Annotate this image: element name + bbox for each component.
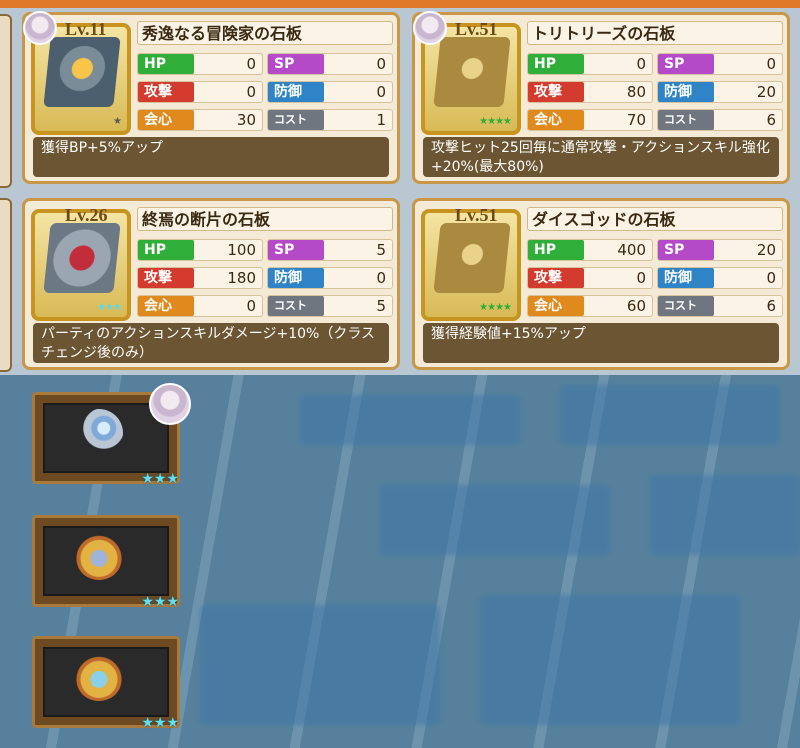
stat-cost: コスト 5 xyxy=(267,295,393,317)
level-label: Lv.51 xyxy=(455,19,498,39)
stat-cost: コスト 6 xyxy=(657,109,783,131)
stat-hp: HP 100 xyxy=(137,239,263,261)
tablet-name: 終焉の断片の石板 xyxy=(137,207,393,231)
stat-defense: 防御 0 xyxy=(657,267,783,289)
stat-sp: SP 0 xyxy=(657,53,783,75)
stat-hp: HP 0 xyxy=(137,53,263,75)
tablet-art-icon xyxy=(43,223,121,293)
rarity-stars: ★★★ xyxy=(141,715,179,731)
character-avatar xyxy=(413,11,447,45)
tablet-art-icon xyxy=(43,37,121,107)
stat-attack: 攻撃 180 xyxy=(137,267,263,289)
accessory-slot-medal[interactable]: ★★★ xyxy=(32,515,180,610)
tablet-effect-description: 攻撃ヒット25回毎に通常攻撃・アクションスキル強化+20%(最大80%) xyxy=(423,137,779,177)
stat-defense: 防御 0 xyxy=(267,81,393,103)
left-card-edge xyxy=(0,14,12,188)
rarity-stars: ★★★★ xyxy=(479,116,512,127)
stat-attack: 攻撃 80 xyxy=(527,81,653,103)
tablet-card[interactable]: ★ Lv.11 秀逸なる冒険家の石板 HP 0 SP 0 攻撃 0 防御 0 会心 30 … xyxy=(22,11,400,184)
top-border xyxy=(0,0,800,8)
tablet-effect-description: パーティのアクションスキルダメージ+10%（クラスチェンジ後のみ） xyxy=(33,323,389,363)
stat-crit: 会心 60 xyxy=(527,295,653,317)
stat-attack: 攻撃 0 xyxy=(527,267,653,289)
rarity-stars: ★★★ xyxy=(141,471,179,487)
stat-hp: HP 400 xyxy=(527,239,653,261)
tablet-name: トリトリーズの石板 xyxy=(527,21,783,45)
medal-icon xyxy=(75,653,123,701)
tablet-card[interactable]: ★★★★ Lv.51 トリトリーズの石板 HP 0 SP 0 攻撃 80 防御 20 会… xyxy=(412,11,790,184)
stat-sp: SP 20 xyxy=(657,239,783,261)
accessory-slot-medal[interactable]: ★★★ xyxy=(32,636,180,731)
tablet-effect-description: 獲得経験値+15%アップ xyxy=(423,323,779,363)
tablet-name: 秀逸なる冒険家の石板 xyxy=(137,21,393,45)
tablet-art-icon xyxy=(433,223,511,293)
stat-crit: 会心 70 xyxy=(527,109,653,131)
left-card-edge xyxy=(0,198,12,372)
stat-sp: SP 5 xyxy=(267,239,393,261)
level-label: Lv.26 xyxy=(65,205,108,225)
stat-defense: 防御 20 xyxy=(657,81,783,103)
rarity-stars: ★★★★ xyxy=(479,302,512,313)
stat-sp: SP 0 xyxy=(267,53,393,75)
tablet-card[interactable]: ★★★★ Lv.51 ダイスゴッドの石板 HP 400 SP 20 攻撃 0 防御 0 … xyxy=(412,198,790,370)
medal-icon xyxy=(75,532,123,580)
accessory-slot-ring[interactable]: ★★★ xyxy=(32,383,191,487)
tablet-effect-description: 獲得BP+5%アップ xyxy=(33,137,389,177)
stat-crit: 会心 0 xyxy=(137,295,263,317)
character-avatar xyxy=(23,11,57,45)
stat-cost: コスト 1 xyxy=(267,109,393,131)
stat-hp: HP 0 xyxy=(527,53,653,75)
rarity-stars: ★★★ xyxy=(97,302,122,313)
stat-crit: 会心 30 xyxy=(137,109,263,131)
tablet-name: ダイスゴッドの石板 xyxy=(527,207,783,231)
level-label: Lv.11 xyxy=(65,19,107,39)
tablet-art-icon xyxy=(433,37,511,107)
stat-cost: コスト 6 xyxy=(657,295,783,317)
level-label: Lv.51 xyxy=(455,205,498,225)
rarity-stars: ★★★ xyxy=(141,594,179,610)
ring-icon xyxy=(75,409,123,457)
rarity-stars: ★ xyxy=(113,116,122,127)
tablet-card[interactable]: ★★★ Lv.26 終焉の断片の石板 HP 100 SP 5 攻撃 180 防御 0 会… xyxy=(22,198,400,370)
stat-defense: 防御 0 xyxy=(267,267,393,289)
character-avatar xyxy=(149,383,191,425)
stat-attack: 攻撃 0 xyxy=(137,81,263,103)
